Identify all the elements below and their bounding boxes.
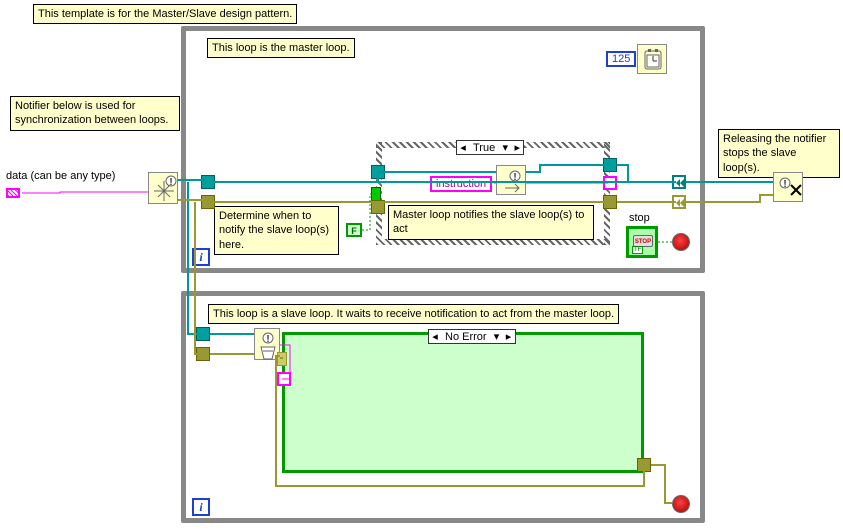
slave-tunnel-in-error[interactable] (196, 347, 210, 361)
master-iteration-terminal[interactable]: i (192, 248, 210, 266)
wait-ms-node[interactable] (637, 44, 667, 74)
master-tunnel-in-error[interactable] (201, 195, 215, 209)
master-tunnel-in-notifier[interactable] (201, 175, 215, 189)
master-case-selector[interactable]: ◂ True ▾ ▸ (456, 140, 524, 155)
comment-slave-loop: This loop is a slave loop. It waits to r… (208, 304, 619, 324)
x (371, 200, 385, 214)
false-constant[interactable]: F (346, 223, 362, 237)
case-selector-terminal[interactable] (371, 187, 381, 201)
instruction-constant[interactable]: instruction (430, 176, 492, 192)
comment-template-desc: This template is for the Master/Slave de… (33, 4, 297, 24)
master-case-label: True (469, 142, 499, 154)
case-prev-arrow[interactable]: ◂ (457, 141, 469, 154)
master-tunnel-out-notifier[interactable] (672, 175, 686, 189)
slave-case-tunnel-out-error[interactable] (637, 458, 651, 472)
master-loop-stop-terminal[interactable] (672, 233, 690, 251)
comment-determine-notify: Determine when to notify the slave loop(… (214, 206, 339, 255)
comment-master-loop: This loop is the master loop. (207, 38, 355, 58)
case-dropdown-caret[interactable]: ▾ (499, 141, 511, 154)
slave-case-next-arrow[interactable]: ▸ (503, 330, 515, 343)
obtain-notifier-node[interactable]: ! (148, 172, 178, 204)
stop-button-terminal[interactable]: STOP TF (626, 226, 658, 258)
case-next-arrow[interactable]: ▸ (511, 141, 523, 154)
wait-ms-constant[interactable]: 125 (606, 51, 636, 67)
case-magenta-tunnel[interactable] (603, 176, 617, 190)
slave-case-label: No Error (441, 331, 491, 343)
comment-notifier-sync: Notifier below is used for synchronizati… (10, 96, 180, 131)
svg-text:!: ! (783, 179, 786, 190)
data-terminal[interactable] (6, 188, 20, 198)
comment-master-notifies: Master loop notifies the slave loop(s) t… (388, 205, 594, 240)
slave-case-selector[interactable]: ◂ No Error ▾ ▸ (428, 329, 516, 344)
send-notification-node[interactable]: ! (496, 165, 526, 195)
case-tunnel-out-notifier[interactable] (603, 158, 617, 172)
slave-loop-stop-terminal[interactable] (672, 495, 690, 513)
slave-case-prev-arrow[interactable]: ◂ (429, 330, 441, 343)
slave-tunnel-in-notifier[interactable] (196, 327, 210, 341)
label-data-type: data (can be any type) (6, 170, 115, 182)
slave-case-selector-terminal[interactable] (277, 352, 287, 366)
svg-text:!: ! (513, 172, 516, 183)
svg-text:!: ! (169, 177, 172, 188)
release-notifier-node[interactable]: ! (773, 172, 803, 202)
slave-case-magenta-tunnel[interactable] (277, 372, 291, 386)
case-tunnel-out-error[interactable] (603, 195, 617, 209)
comment-release-notifier: Releasing the notifier stops the slave l… (718, 129, 840, 178)
stop-label: stop (629, 212, 650, 224)
slave-case-structure[interactable] (282, 332, 644, 473)
svg-text:!: ! (266, 334, 269, 345)
slave-case-dropdown-caret[interactable]: ▾ (491, 330, 503, 343)
slave-iteration-terminal[interactable]: i (192, 498, 210, 516)
master-tunnel-out-error[interactable] (672, 195, 686, 209)
case-tunnel-in-notifier[interactable] (371, 165, 385, 179)
